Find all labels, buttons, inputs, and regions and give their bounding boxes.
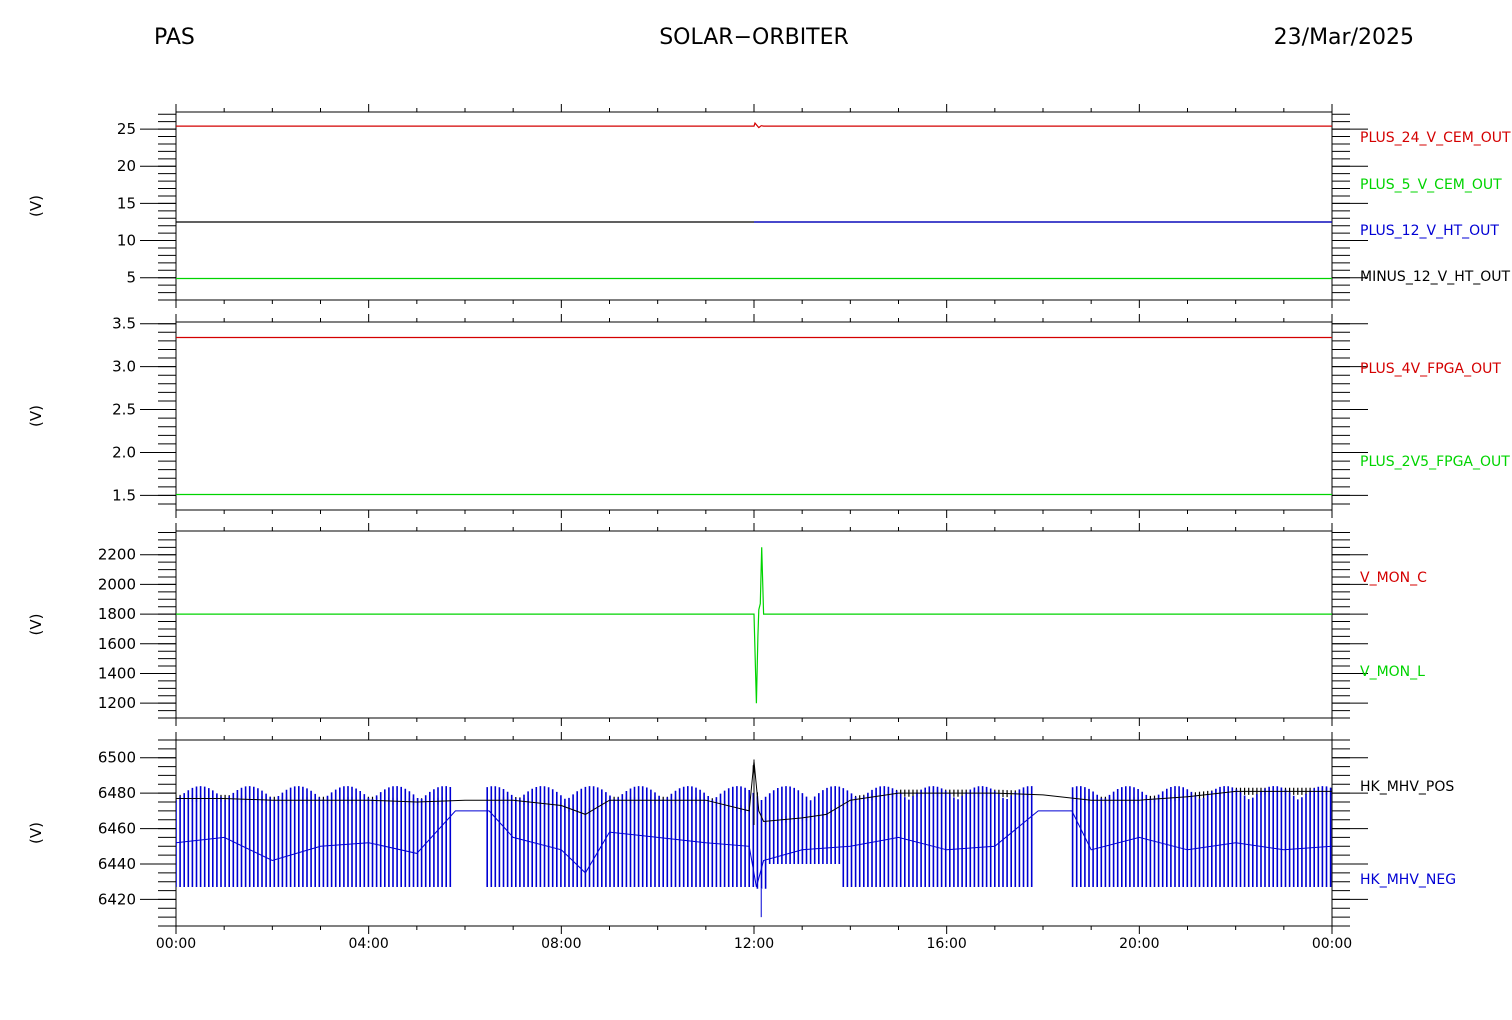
y-tick-label: 15: [117, 194, 136, 212]
legend-plus-24-v-cem-out: PLUS_24_V_CEM_OUT: [1360, 130, 1511, 146]
y-tick-label: 3.5: [112, 315, 136, 333]
series-plus-24-v-cem-out: [176, 121, 1332, 129]
y-tick-label: 6480: [98, 784, 136, 802]
legend-plus-4v-fpga-out: PLUS_4V_FPGA_OUT: [1360, 361, 1501, 377]
series-group: [176, 547, 1332, 704]
series-group: [176, 121, 1332, 280]
legend-hk-mhv-neg: HK_MHV_NEG: [1360, 872, 1456, 888]
legend-v-mon-c: V_MON_C: [1360, 570, 1427, 586]
series-group: [176, 336, 1332, 496]
y-tick-label: 6460: [98, 820, 136, 838]
legend-minus-12-v-ht-out: MINUS_12_V_HT_OUT: [1360, 269, 1511, 285]
series-group: [176, 759, 1332, 918]
y-axis-label: (V): [27, 195, 45, 217]
y-tick-label: 3.0: [112, 358, 136, 376]
y-axis-label: (V): [27, 405, 45, 427]
panel-1-cem-ht-voltages: 5 10 15 20 25 (V) PLUS_24_V_CEM_OUT PLUS_5_V_CE…: [27, 104, 1511, 308]
mhv-neg-band: [176, 786, 1332, 889]
legend-hk-mhv-pos: HK_MHV_POS: [1360, 779, 1454, 795]
y-tick-label: 6420: [98, 890, 136, 908]
legend-v-mon-l: V_MON_L: [1360, 664, 1425, 680]
plot-frame: [175, 111, 1333, 301]
y-tick-label: 1600: [98, 635, 136, 653]
series-v-mon-l: [176, 547, 1332, 704]
y-tick-label: 6440: [98, 855, 136, 873]
x-tick-label: 16:00: [926, 936, 966, 952]
plot-frame: [175, 321, 1333, 511]
y-tick-label: 2200: [98, 546, 136, 564]
y-tick-label: 10: [117, 232, 136, 250]
x-tick-label: 12:00: [734, 936, 774, 952]
y-tick-label: 5: [126, 269, 136, 287]
y-tick-label: 6500: [98, 749, 136, 767]
y-tick-label: 1.5: [112, 486, 136, 504]
legend-plus-5-v-cem-out: PLUS_5_V_CEM_OUT: [1360, 177, 1502, 193]
legend-plus-2v5-fpga-out: PLUS_2V5_FPGA_OUT: [1360, 454, 1510, 470]
housekeeping-plots: 5 10 15 20 25 (V) PLUS_24_V_CEM_OUT PLUS_5_V_CE…: [27, 104, 1511, 952]
y-tick-label: 2.0: [112, 443, 136, 461]
legend-plus-12-v-ht-out: PLUS_12_V_HT_OUT: [1360, 223, 1499, 239]
y-tick-label: 2000: [98, 575, 136, 593]
y-tick-label: 20: [117, 157, 136, 175]
x-tick-label: 04:00: [348, 936, 388, 952]
y-tick-label: 1800: [98, 605, 136, 623]
panel-2-fpga-voltages: 1.5 2.0 2.5 3.0 3.5 (V) PLUS_4V_FPGA_OUT PLUS_2…: [27, 314, 1510, 518]
y-tick-label: 2.5: [112, 401, 136, 419]
y-tick-label: 1400: [98, 664, 136, 682]
y-axis-label: (V): [27, 822, 45, 844]
x-tick-label: 20:00: [1119, 936, 1159, 952]
x-tick-label: 08:00: [541, 936, 581, 952]
y-tick-label: 1200: [98, 694, 136, 712]
y-axis-label: (V): [27, 614, 45, 636]
x-tick-label: 00:00: [1312, 936, 1352, 952]
panel-4-mhv-voltages: 6420 6440 6460 6480 6500 (V) HK_MHV_POS HK_MHV_…: [27, 732, 1456, 952]
x-tick-label: 00:00: [156, 936, 196, 952]
panel-3-vmon-voltages: 1200 1400 1600 1800 2000 2200 (V) V_MON_C V_MON_…: [27, 523, 1427, 726]
y-tick-label: 25: [117, 120, 136, 138]
